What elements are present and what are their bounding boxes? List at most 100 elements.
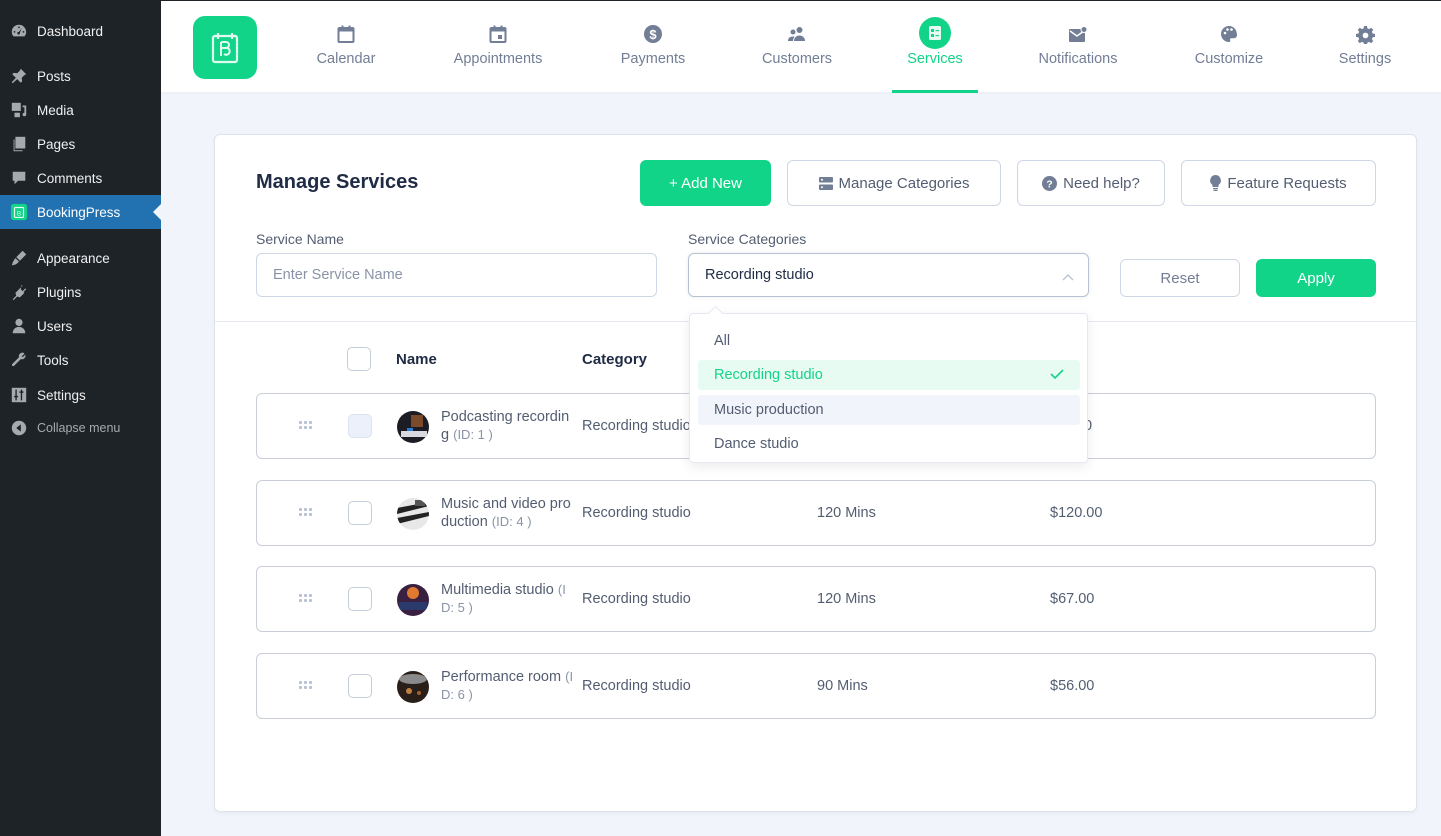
lightbulb-icon: [1210, 175, 1222, 191]
wp-menu-label: Comments: [37, 170, 103, 186]
nav-label: Payments: [620, 51, 686, 67]
service-name-input[interactable]: [273, 267, 656, 283]
service-image: [397, 584, 429, 616]
feature-requests-button[interactable]: Feature Requests: [1181, 160, 1376, 206]
apply-button[interactable]: Apply: [1256, 259, 1376, 297]
service-name: Podcasting recording (ID: 1 ): [441, 408, 577, 444]
drag-handle-icon[interactable]: [299, 681, 315, 691]
feature-requests-label: Feature Requests: [1227, 174, 1347, 192]
nav-payments[interactable]: $ Payments: [615, 1, 691, 93]
wp-menu-users[interactable]: Users: [0, 309, 161, 343]
wp-menu-label: Settings: [37, 387, 86, 403]
row-checkbox[interactable]: [348, 587, 372, 611]
wp-menu-dashboard[interactable]: Dashboard: [0, 14, 161, 48]
reset-label: Reset: [1160, 269, 1200, 287]
service-category: Recording studio: [582, 505, 691, 521]
wp-menu-label: Appearance: [37, 250, 110, 266]
wp-menu-label: Collapse menu: [37, 421, 121, 435]
nav-notifications[interactable]: Notifications: [1032, 1, 1124, 93]
select-all-checkbox[interactable]: [347, 347, 371, 371]
chevron-up-icon: [1062, 269, 1074, 285]
wrench-icon: [9, 350, 29, 370]
service-duration: 120 Mins: [817, 591, 876, 607]
wp-menu-label: Posts: [37, 68, 71, 84]
service-row[interactable]: Performance room (ID: 6 ) Recording stud…: [256, 653, 1376, 719]
wp-menu-comments[interactable]: Comments: [0, 161, 161, 195]
dropdown-option-dance-studio[interactable]: Dance studio: [698, 429, 1080, 459]
page-title: Manage Services: [256, 171, 419, 193]
wp-collapse-menu[interactable]: Collapse menu: [0, 411, 161, 445]
wp-menu-bookingpress[interactable]: B BookingPress: [0, 195, 161, 229]
column-header-name: Name: [396, 351, 437, 368]
nav-settings[interactable]: Settings: [1333, 1, 1397, 93]
wp-menu-media[interactable]: Media: [0, 93, 161, 127]
service-name-field[interactable]: [256, 253, 657, 297]
service-categories-label: Service Categories: [688, 231, 807, 247]
service-row[interactable]: Multimedia studio (ID: 5 ) Recording stu…: [256, 566, 1376, 632]
wp-menu-label: Users: [37, 318, 73, 334]
nav-label: Appointments: [453, 51, 543, 67]
need-help-button[interactable]: ? Need help?: [1017, 160, 1165, 206]
user-icon: [9, 316, 29, 336]
service-duration: 90 Mins: [817, 678, 868, 694]
wp-menu-label: Plugins: [37, 284, 82, 300]
services-icon: [919, 17, 951, 49]
option-label: Recording studio: [714, 367, 823, 383]
service-name: Performance room (ID: 6 ): [441, 668, 577, 704]
add-new-button[interactable]: + Add New: [640, 160, 771, 206]
logo-icon: [211, 32, 239, 63]
manage-categories-button[interactable]: Manage Categories: [787, 160, 1001, 206]
nav-services[interactable]: Services: [892, 1, 978, 93]
wp-menu-label: Media: [37, 102, 74, 118]
bookingpress-icon: B: [9, 202, 29, 222]
service-categories-select[interactable]: Recording studio: [688, 253, 1089, 297]
service-price: $120.00: [1050, 505, 1103, 521]
collapse-icon: [9, 418, 29, 438]
selected-category: Recording studio: [705, 267, 814, 283]
drag-handle-icon[interactable]: [299, 508, 315, 518]
service-category: Recording studio: [582, 678, 691, 694]
calendar-icon: [333, 21, 359, 47]
svg-text:B: B: [17, 211, 21, 218]
service-category: Recording studio: [582, 418, 691, 434]
wp-menu-plugins[interactable]: Plugins: [0, 275, 161, 309]
wp-menu-posts[interactable]: Posts: [0, 59, 161, 93]
customers-icon: [784, 21, 810, 47]
dropdown-option-recording-studio[interactable]: Recording studio: [698, 360, 1080, 390]
row-checkbox[interactable]: [348, 501, 372, 525]
dropdown-option-all[interactable]: All: [698, 326, 1080, 356]
dropdown-option-music-production[interactable]: Music production: [698, 395, 1080, 425]
row-checkbox[interactable]: [348, 414, 372, 438]
drag-handle-icon[interactable]: [299, 421, 315, 431]
wp-menu-label: BookingPress: [37, 204, 121, 220]
wp-menu-label: Tools: [37, 352, 69, 368]
service-name: Multimedia studio (ID: 5 ): [441, 581, 577, 617]
wp-menu-settings[interactable]: Settings: [0, 378, 161, 412]
wp-menu-pages[interactable]: Pages: [0, 127, 161, 161]
service-price: $67.00: [1050, 591, 1095, 607]
wp-menu-tools[interactable]: Tools: [0, 343, 161, 377]
palette-icon: [1216, 21, 1242, 47]
wp-menu-label: Pages: [37, 136, 76, 152]
row-checkbox[interactable]: [348, 674, 372, 698]
reset-button[interactable]: Reset: [1120, 259, 1240, 297]
categories-dropdown-menu: All Recording studio Music production Da…: [689, 313, 1088, 463]
wp-menu-appearance[interactable]: Appearance: [0, 241, 161, 275]
service-title: Multimedia studio: [441, 582, 554, 598]
drag-handle-icon[interactable]: [299, 594, 315, 604]
dashboard-icon: [9, 21, 29, 41]
add-new-label: + Add New: [669, 174, 742, 192]
wp-menu-label: Dashboard: [37, 23, 104, 39]
svg-text:$: $: [649, 27, 657, 42]
nav-customers[interactable]: Customers: [755, 1, 839, 93]
nav-label: Settings: [1338, 51, 1392, 67]
categories-icon: [818, 176, 833, 190]
option-label: Dance studio: [714, 436, 799, 452]
nav-customize[interactable]: Customize: [1189, 1, 1269, 93]
service-row[interactable]: Music and video production (ID: 4 ) Reco…: [256, 480, 1376, 546]
nav-calendar[interactable]: Calendar: [306, 1, 386, 93]
wp-admin-sidebar: Dashboard Posts Media Pages Comments B B…: [0, 0, 161, 836]
nav-appointments[interactable]: Appointments: [445, 1, 551, 93]
bookingpress-logo[interactable]: [193, 16, 257, 79]
service-image: [397, 498, 429, 530]
